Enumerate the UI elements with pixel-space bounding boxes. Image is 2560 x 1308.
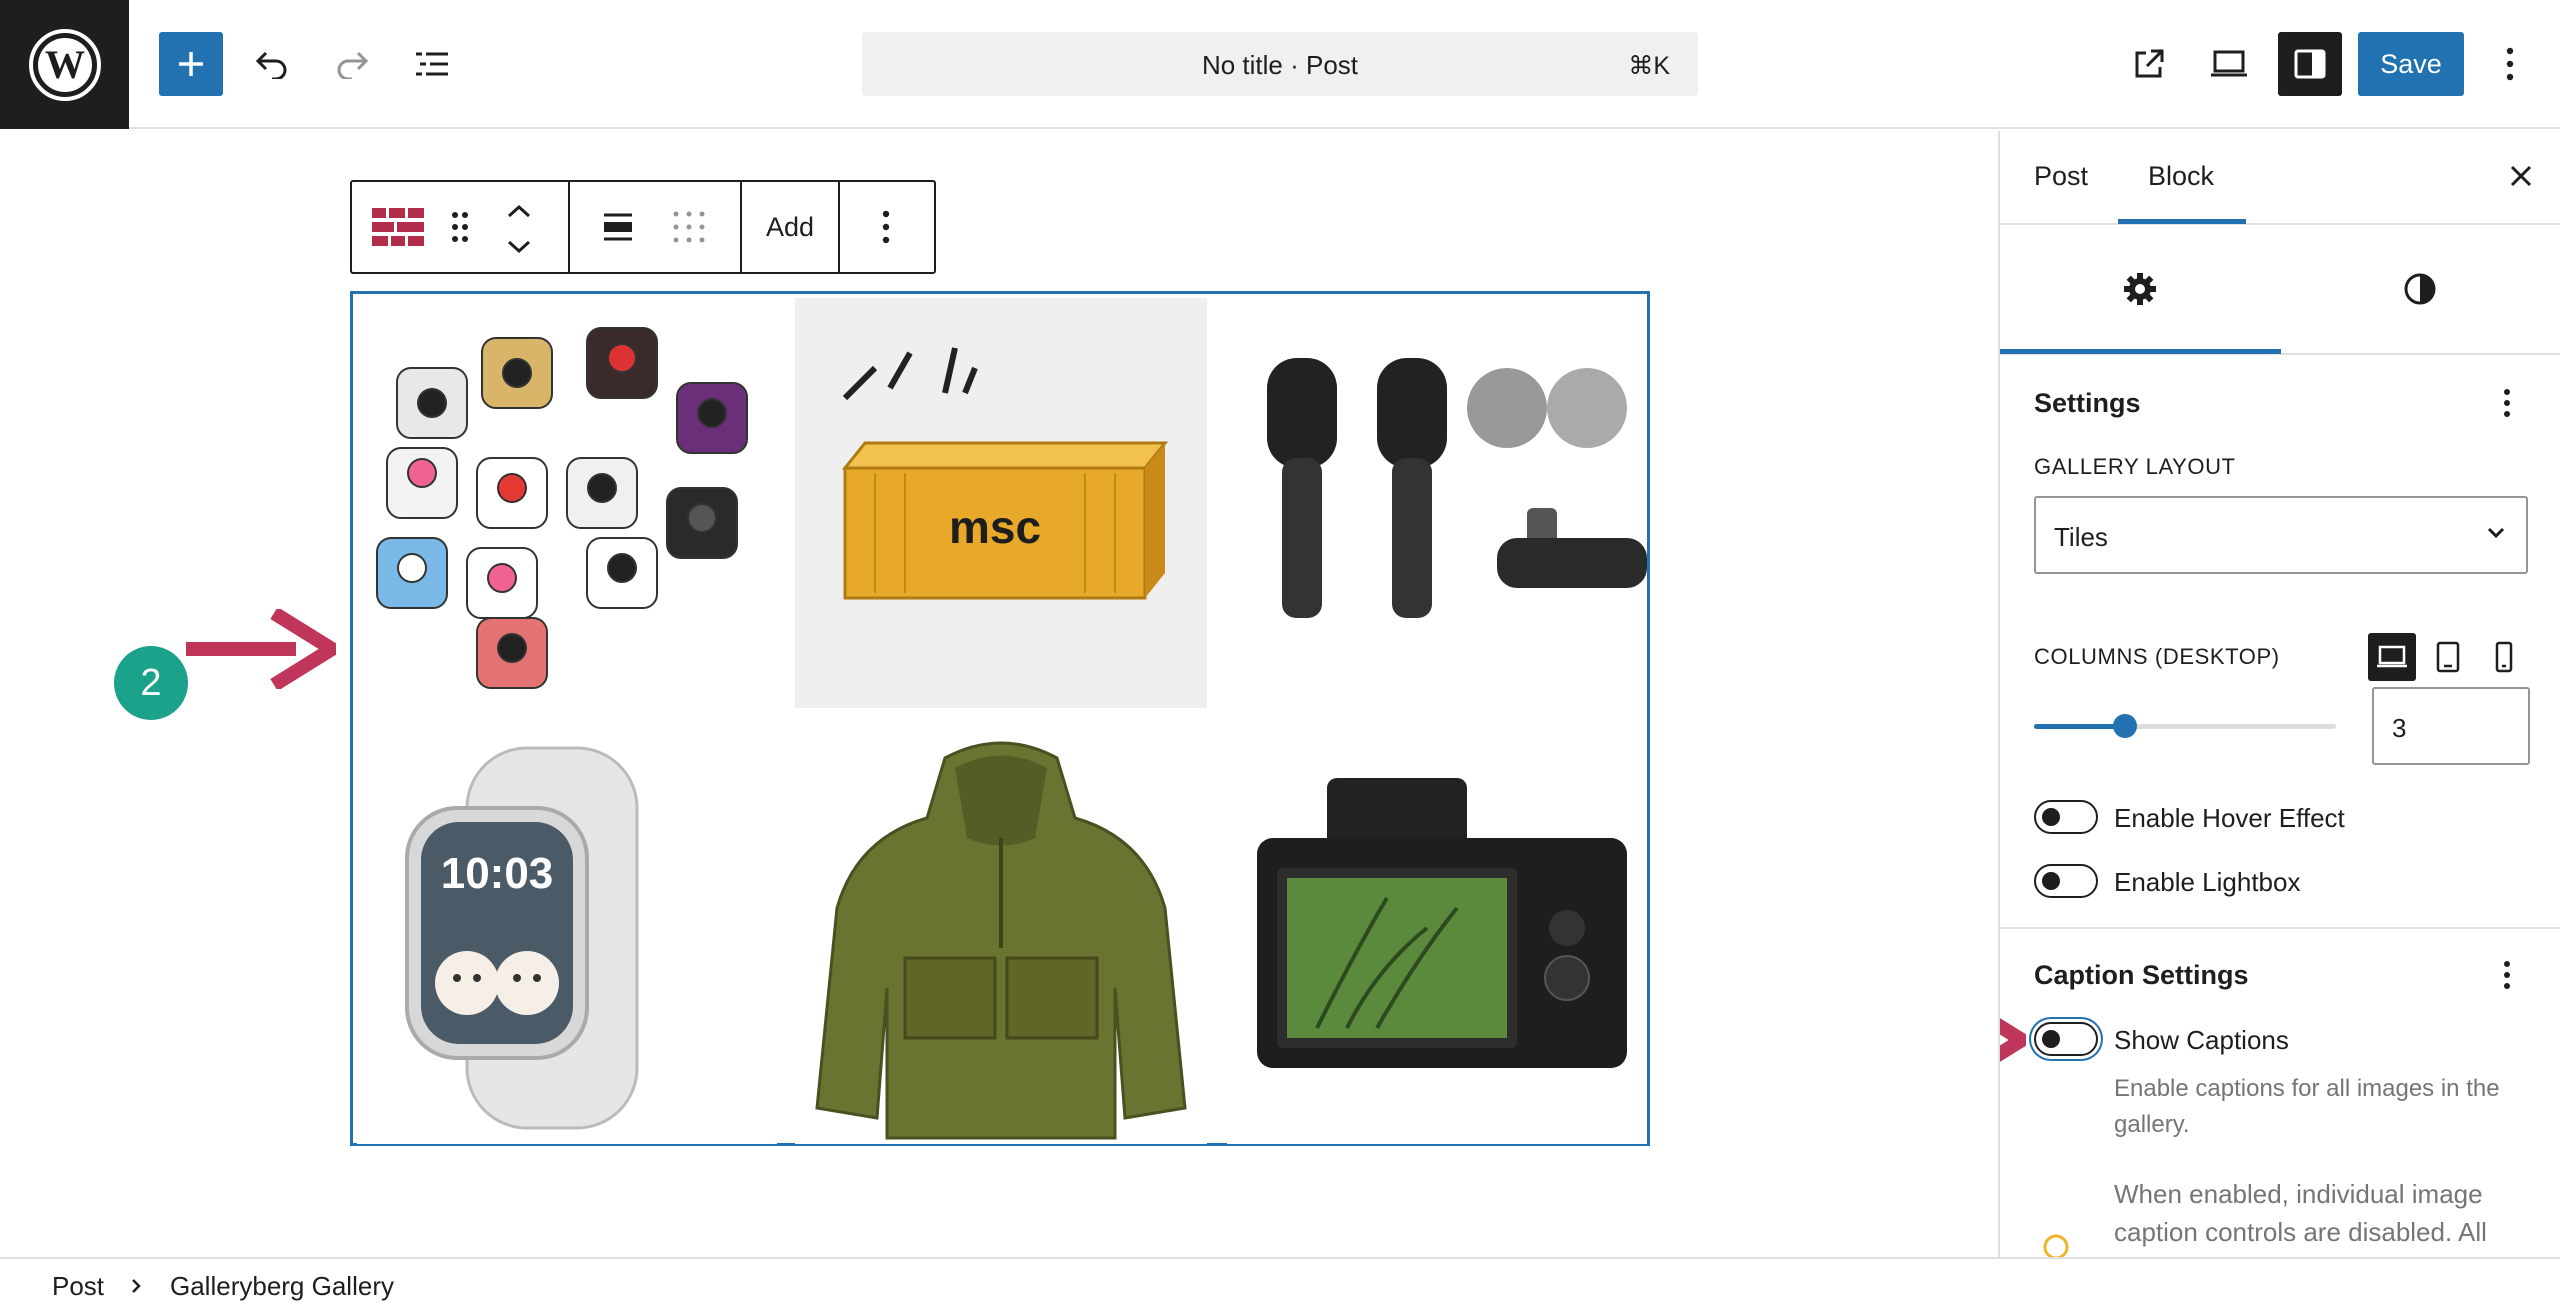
gallery-image-smartwatch[interactable]: 10:03 bbox=[357, 728, 777, 1144]
settings-gear-icon[interactable] bbox=[2122, 271, 2158, 312]
settings-panel-title[interactable]: Settings bbox=[2034, 388, 2141, 419]
desktop-device-icon[interactable] bbox=[2368, 633, 2416, 681]
toolbar-divider bbox=[568, 182, 570, 272]
gallery-image-msc-container[interactable]: msc bbox=[795, 298, 1207, 708]
breadcrumb-item-post[interactable]: Post bbox=[52, 1271, 104, 1302]
redo-icon[interactable] bbox=[320, 32, 384, 96]
drag-handle-icon[interactable] bbox=[450, 210, 470, 249]
gallery-block-icon[interactable] bbox=[372, 208, 424, 253]
gallery-layout-value: Tiles bbox=[2054, 522, 2108, 552]
active-subtab-indicator bbox=[2000, 349, 2281, 354]
caption-options-icon[interactable] bbox=[2492, 955, 2522, 995]
lightbox-label: Enable Lightbox bbox=[2114, 867, 2301, 897]
settings-sidebar-toggle-icon[interactable] bbox=[2278, 32, 2342, 96]
wordpress-logo-icon[interactable]: W bbox=[0, 0, 129, 129]
svg-text:W: W bbox=[45, 42, 85, 87]
columns-slider-fill bbox=[2034, 724, 2125, 729]
callout-arrow-2-icon bbox=[186, 607, 346, 694]
hover-effect-toggle[interactable] bbox=[2034, 800, 2098, 834]
settings-options-icon[interactable] bbox=[2492, 383, 2522, 423]
gallery-image-green-hoodie[interactable] bbox=[795, 728, 1207, 1144]
callout-arrow-1-icon bbox=[2000, 1000, 2036, 1085]
toolbar-divider bbox=[838, 182, 840, 272]
mobile-device-icon[interactable] bbox=[2480, 633, 2528, 681]
columns-value: 3 bbox=[2392, 713, 2407, 743]
panel-divider bbox=[2000, 927, 2560, 929]
settings-sidebar: Post Block Settings GALLERY LAYOUT Tiles… bbox=[1998, 131, 2560, 1257]
breadcrumb: Post Galleryberg Gallery bbox=[0, 1257, 2560, 1308]
breadcrumb-item-gallery[interactable]: Galleryberg Gallery bbox=[170, 1271, 394, 1302]
move-up-down-icon[interactable] bbox=[506, 204, 532, 259]
grid-layout-icon[interactable] bbox=[672, 210, 706, 249]
hover-effect-label: Enable Hover Effect bbox=[2114, 803, 2345, 833]
sidebar-tabs: Post Block bbox=[2000, 131, 2560, 225]
caption-panel-title[interactable]: Caption Settings bbox=[2034, 960, 2249, 991]
show-captions-toggle[interactable] bbox=[2034, 1022, 2098, 1056]
notice-info-icon bbox=[2042, 1233, 2070, 1257]
editor-header: W No title · Post ⌘K Save bbox=[0, 0, 2560, 129]
gallery-image-sony-camera[interactable] bbox=[1227, 728, 1647, 1144]
callout-badge-2: 2 bbox=[114, 646, 188, 720]
tab-block[interactable]: Block bbox=[2148, 161, 2214, 192]
chevron-down-icon bbox=[2486, 526, 2506, 545]
gallery-block[interactable]: msc 10:03 bbox=[350, 291, 1650, 1146]
tab-post[interactable]: Post bbox=[2034, 161, 2088, 192]
columns-number-input[interactable]: 3 bbox=[2372, 687, 2530, 765]
align-icon[interactable] bbox=[602, 212, 634, 247]
toggle-knob bbox=[2042, 1030, 2060, 1048]
add-images-button[interactable]: Add bbox=[742, 182, 838, 272]
inspector-subtabs bbox=[2000, 225, 2560, 355]
options-menu-icon[interactable] bbox=[2480, 32, 2540, 96]
caption-notice-text: When enabled, individual image caption c… bbox=[2114, 1179, 2487, 1247]
show-captions-label: Show Captions bbox=[2114, 1025, 2289, 1055]
document-title: No title · Post bbox=[1201, 50, 1359, 80]
editor-canvas: Add msc 10:03 2 bbox=[0, 131, 2000, 1257]
toggle-knob bbox=[2042, 872, 2060, 890]
toggle-knob bbox=[2042, 808, 2060, 826]
svg-text:msc: msc bbox=[949, 501, 1041, 553]
chevron-right-icon bbox=[130, 1278, 142, 1299]
close-icon[interactable] bbox=[2508, 163, 2534, 194]
undo-icon[interactable] bbox=[240, 32, 304, 96]
columns-slider-thumb[interactable] bbox=[2112, 714, 2137, 738]
active-tab-indicator bbox=[2118, 219, 2246, 224]
gallery-layout-select[interactable]: Tiles bbox=[2034, 496, 2528, 574]
gallery-image-wireless-microphones[interactable] bbox=[1227, 298, 1647, 718]
show-captions-help: Enable captions for all images in the ga… bbox=[2114, 1075, 2500, 1138]
view-post-external-icon[interactable] bbox=[2117, 32, 2181, 96]
tablet-device-icon[interactable] bbox=[2424, 633, 2472, 681]
gallery-image-fidget-cubes[interactable] bbox=[357, 298, 777, 718]
svg-text:10:03: 10:03 bbox=[441, 849, 554, 898]
shortcut-hint: ⌘K bbox=[1628, 52, 1670, 80]
document-overview-icon[interactable] bbox=[400, 32, 464, 96]
block-toolbar: Add bbox=[350, 180, 936, 274]
gallery-layout-label: GALLERY LAYOUT bbox=[2034, 454, 2236, 479]
add-block-button[interactable] bbox=[159, 32, 223, 96]
lightbox-toggle[interactable] bbox=[2034, 864, 2098, 898]
columns-label: COLUMNS (DESKTOP) bbox=[2034, 644, 2280, 669]
save-button[interactable]: Save bbox=[2358, 32, 2464, 96]
command-palette-bar[interactable]: No title · Post ⌘K bbox=[862, 32, 1698, 96]
device-preview-icon[interactable] bbox=[2197, 32, 2261, 96]
block-options-icon[interactable] bbox=[882, 210, 890, 249]
styles-contrast-icon[interactable] bbox=[2402, 271, 2438, 312]
